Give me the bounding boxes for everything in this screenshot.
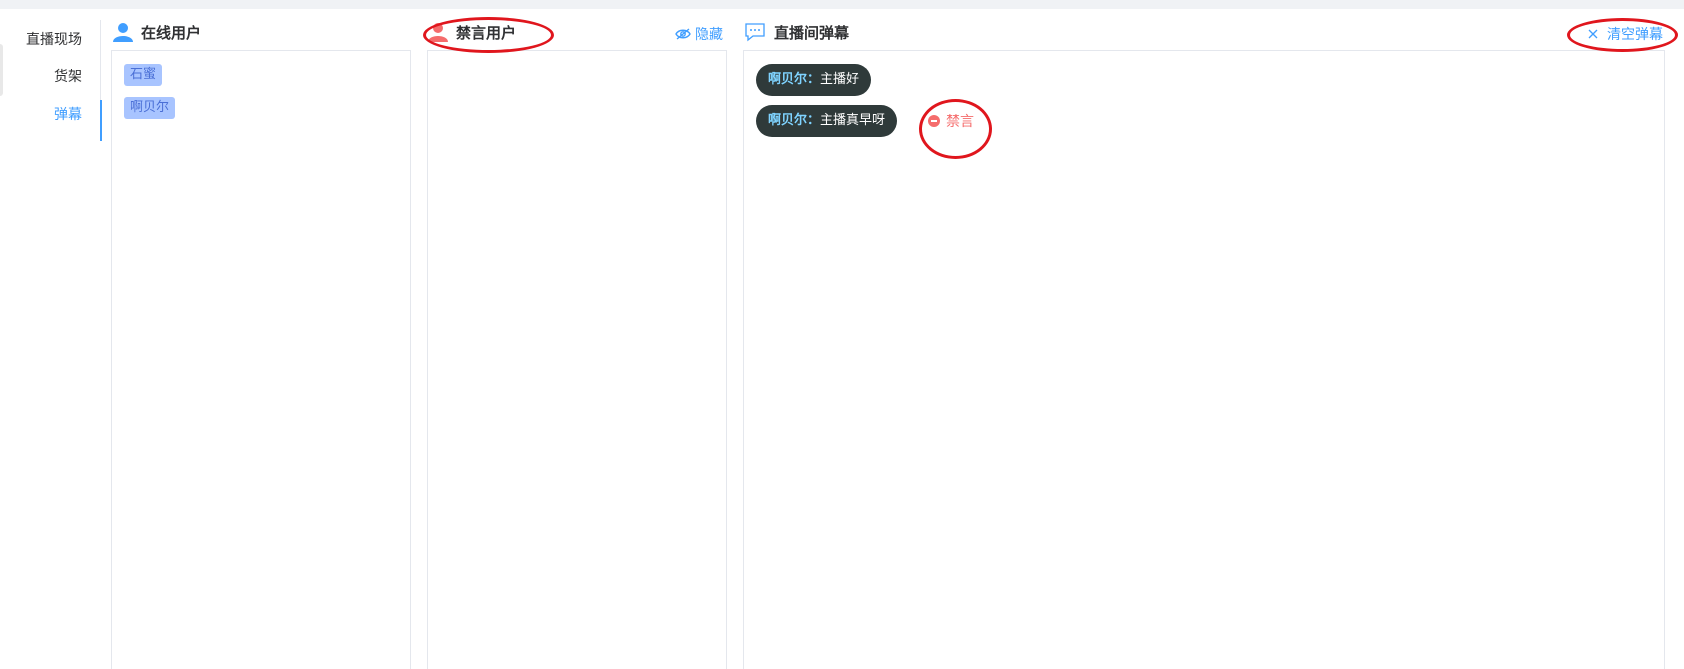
online-users-header: 在线用户	[113, 20, 201, 44]
clear-danmu-button[interactable]: 清空弹幕	[1587, 24, 1663, 44]
ban-label: 禁言	[946, 114, 974, 130]
chat-bubble-icon	[744, 22, 766, 42]
sidebar-active-indicator	[100, 100, 102, 141]
banned-users-header: 禁言用户	[428, 20, 516, 44]
user-icon	[113, 22, 133, 42]
danmu-panel: 啊贝尔：主播好 啊贝尔：主播真早呀 禁言	[743, 50, 1665, 669]
sidebar-item-live-scene[interactable]: 直播现场	[26, 29, 82, 49]
banned-users-title: 禁言用户	[456, 23, 517, 42]
clear-danmu-label: 清空弹幕	[1607, 27, 1663, 43]
minus-circle-icon	[928, 115, 940, 127]
close-icon	[1587, 28, 1599, 40]
danmu-message[interactable]: 啊贝尔：主播真早呀	[756, 105, 898, 137]
danmu-sender: 啊贝尔：	[768, 113, 821, 128]
danmu-text: 主播好	[820, 72, 860, 87]
sidebar-item-shelf[interactable]: 货架	[54, 66, 82, 86]
sidebar: 直播现场 货架 弹幕	[0, 20, 102, 140]
hide-button[interactable]: 隐藏	[675, 24, 723, 44]
online-user-tag[interactable]: 啊贝尔	[124, 97, 176, 119]
sidebar-item-danmu[interactable]: 弹幕	[54, 104, 82, 124]
banned-users-panel	[427, 50, 727, 669]
hide-label: 隐藏	[695, 27, 723, 43]
eye-hidden-icon	[675, 27, 691, 41]
online-users-title: 在线用户	[141, 23, 202, 42]
online-user-tag[interactable]: 石蜜	[124, 64, 163, 86]
danmu-header: 直播间弹幕	[744, 20, 849, 44]
top-bar	[0, 0, 1684, 9]
ban-button[interactable]: 禁言	[928, 111, 974, 131]
danmu-sender: 啊贝尔：	[768, 72, 821, 87]
user-icon	[428, 22, 448, 42]
danmu-text: 主播真早呀	[820, 113, 886, 128]
online-users-panel: 石蜜 啊贝尔	[111, 50, 411, 669]
danmu-message[interactable]: 啊贝尔：主播好	[756, 64, 872, 96]
danmu-title: 直播间弹幕	[774, 23, 850, 42]
